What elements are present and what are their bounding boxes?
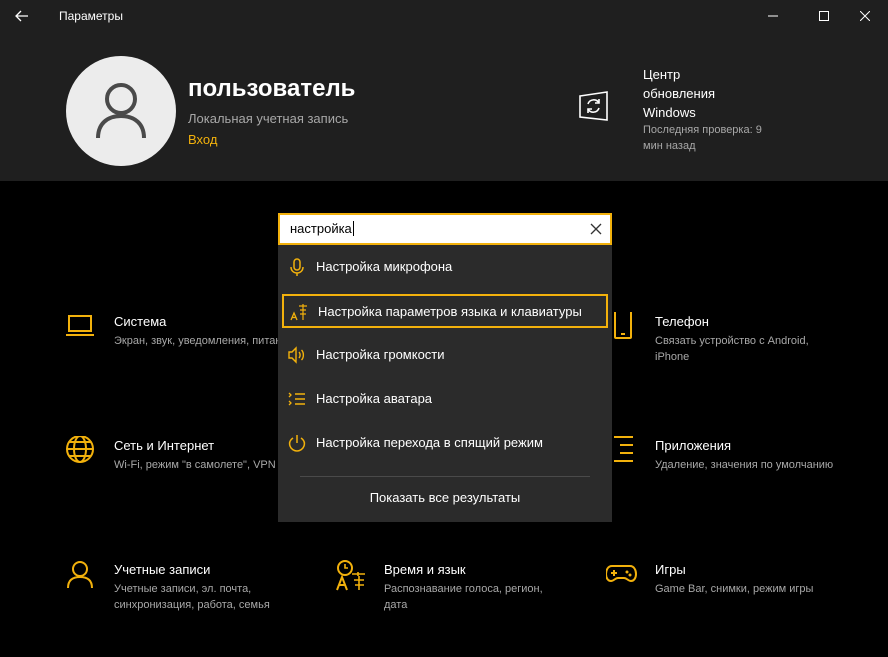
- show-all-results-button[interactable]: Показать все результаты: [278, 490, 612, 505]
- user-silhouette-icon: [96, 83, 146, 139]
- suggestion-sleep[interactable]: Настройка перехода в спящий режим: [278, 421, 612, 465]
- category-title: Приложения: [655, 438, 732, 453]
- maximize-icon: [819, 11, 829, 21]
- globe-icon: [66, 436, 94, 463]
- suggestion-microphone[interactable]: Настройка микрофона: [278, 245, 612, 289]
- clear-search-icon[interactable]: [588, 221, 604, 237]
- avatar[interactable]: [66, 56, 176, 166]
- signin-link[interactable]: Вход: [188, 132, 217, 147]
- category-description: Учетные записи, эл. почта, синхронизация…: [114, 583, 270, 611]
- windows-update-status: Последняя проверка: 9 мин назад: [643, 124, 762, 152]
- windows-update-title[interactable]: Центр обновления Windows: [643, 65, 753, 122]
- category-title: Система: [114, 314, 167, 329]
- category-network[interactable]: Сеть и Интернет Wi-Fi, режим "в самолете…: [65, 436, 305, 516]
- category-description: Game Bar, снимки, режим игры: [655, 583, 814, 595]
- category-gaming[interactable]: Игры Game Bar, снимки, режим игры: [606, 560, 846, 640]
- minimize-icon: [768, 15, 778, 17]
- suggestion-label: Настройка перехода в спящий режим: [316, 435, 543, 450]
- account-type: Локальная учетная запись: [188, 111, 349, 126]
- search-suggestions: Настройка микрофона Настройка параметров…: [278, 245, 612, 522]
- category-description: Связать устройство с Android, iPhone: [655, 335, 809, 363]
- suggestion-avatar[interactable]: Настройка аватара: [278, 377, 612, 421]
- suggestion-label: Настройка аватара: [316, 391, 433, 406]
- back-button[interactable]: [0, 0, 44, 32]
- suggestion-language-keyboard[interactable]: Настройка параметров языка и клавиатуры: [282, 294, 608, 328]
- microphone-icon: [290, 258, 304, 276]
- category-description: Удаление, значения по умолчанию: [655, 459, 834, 471]
- title-bar: Параметры: [0, 0, 888, 32]
- suggestion-label: Настройка микрофона: [316, 259, 453, 274]
- power-icon: [288, 435, 306, 452]
- back-arrow-icon: [15, 10, 28, 22]
- category-phone[interactable]: Телефон Связать устройство с Android, iP…: [606, 312, 846, 392]
- time-language-icon: [336, 560, 365, 591]
- category-title: Учетные записи: [114, 562, 211, 577]
- text-caret: [352, 221, 354, 236]
- category-system[interactable]: Система Экран, звук, уведомления, питани…: [65, 312, 305, 392]
- category-title: Сеть и Интернет: [114, 438, 215, 453]
- category-description: Распознавание голоса, регион, дата: [384, 583, 543, 611]
- minimize-button[interactable]: [750, 0, 796, 32]
- suggestion-label: Настройка параметров языка и клавиатуры: [318, 304, 582, 319]
- category-title: Время и язык: [384, 562, 466, 577]
- search-input-text: настройка: [290, 221, 354, 236]
- avatar-list-icon: [288, 392, 305, 406]
- category-title: Игры: [655, 562, 686, 577]
- category-description: Экран, звук, уведомления, питание: [114, 335, 294, 347]
- category-apps[interactable]: Приложения Удаление, значения по умолчан…: [606, 436, 846, 516]
- laptop-icon: [66, 315, 94, 336]
- window-title: Параметры: [59, 9, 123, 23]
- account-header: пользователь Локальная учетная запись Вх…: [0, 32, 888, 181]
- close-icon: [860, 11, 870, 21]
- maximize-button[interactable]: [801, 0, 847, 32]
- category-time-language[interactable]: Время и язык Распознавание голоса, регио…: [335, 560, 575, 640]
- person-icon: [67, 561, 93, 589]
- category-description: Wi-Fi, режим "в самолете", VPN: [114, 459, 276, 471]
- search-input[interactable]: настройка: [278, 213, 612, 245]
- category-accounts[interactable]: Учетные записи Учетные записи, эл. почта…: [65, 560, 305, 640]
- language-icon: [290, 304, 307, 321]
- windows-update-icon[interactable]: [577, 90, 611, 124]
- suggestion-label: Настройка громкости: [316, 347, 445, 362]
- divider: [300, 476, 590, 477]
- close-button[interactable]: [842, 0, 888, 32]
- speaker-icon: [288, 346, 305, 364]
- user-name: пользователь: [188, 75, 356, 102]
- suggestion-volume[interactable]: Настройка громкости: [278, 333, 612, 377]
- gamepad-icon: [606, 565, 638, 583]
- category-title: Телефон: [655, 314, 709, 329]
